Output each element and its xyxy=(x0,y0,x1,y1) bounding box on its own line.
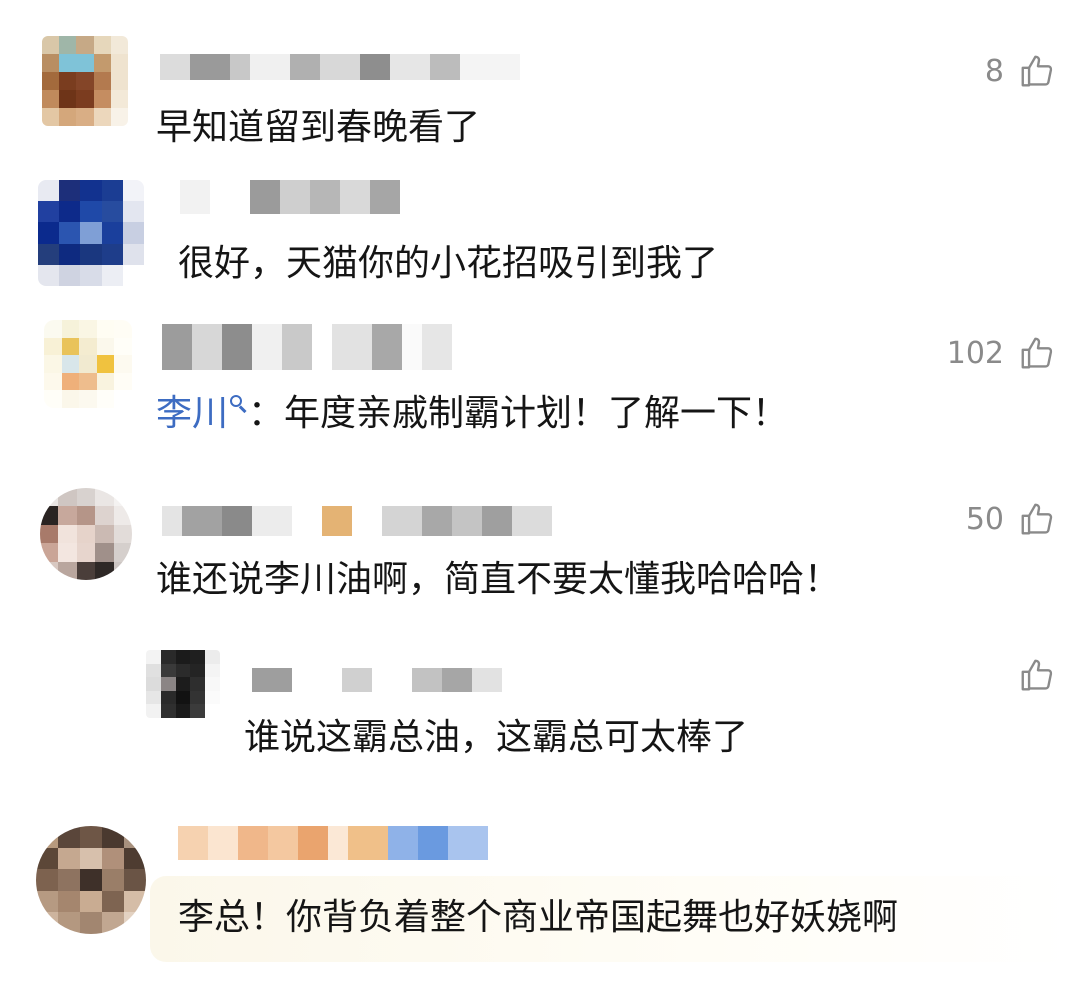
username-blurred[interactable] xyxy=(178,826,488,860)
username-blurred[interactable] xyxy=(162,324,452,370)
avatar[interactable] xyxy=(38,180,144,286)
username-blurred[interactable] xyxy=(162,506,562,536)
thumbs-up-icon xyxy=(1021,659,1053,691)
like-count: 50 xyxy=(965,501,1004,537)
comment-text: 谁说这霸总油，这霸总可太棒了 xyxy=(244,717,749,758)
search-icon[interactable] xyxy=(228,393,248,415)
avatar[interactable] xyxy=(42,36,128,126)
avatar[interactable] xyxy=(36,826,146,934)
thumbs-up-icon xyxy=(1021,55,1053,87)
like-button[interactable]: 50 xyxy=(966,500,1056,538)
like-count: 8 xyxy=(984,53,1004,89)
username-blurred[interactable] xyxy=(160,54,520,80)
thumbs-up-icon xyxy=(1021,503,1053,535)
avatar[interactable] xyxy=(44,320,132,408)
comment-text: 很好，天猫你的小花招吸引到我了 xyxy=(178,243,719,284)
thumbs-up-icon xyxy=(1021,337,1053,369)
username-blurred[interactable] xyxy=(180,180,400,214)
comment-text: 谁还说李川油啊，简直不要太懂我哈哈哈！ xyxy=(156,559,841,600)
username-blurred[interactable] xyxy=(252,668,502,692)
like-button[interactable] xyxy=(1018,656,1056,694)
mention-link[interactable]: 李川 xyxy=(156,393,228,434)
comment-text: 李总！你背负着整个商业帝国起舞也好妖娆啊 xyxy=(178,897,899,938)
avatar[interactable] xyxy=(40,488,132,580)
comment-text: 李川 ：年度亲戚制霸计划！了解一下！ xyxy=(156,393,789,434)
like-button[interactable]: 102 xyxy=(947,334,1056,372)
avatar[interactable] xyxy=(146,650,220,718)
comment-text: 早知道留到春晚看了 xyxy=(156,107,481,148)
like-count: 102 xyxy=(946,335,1004,371)
like-button[interactable]: 8 xyxy=(985,52,1056,90)
